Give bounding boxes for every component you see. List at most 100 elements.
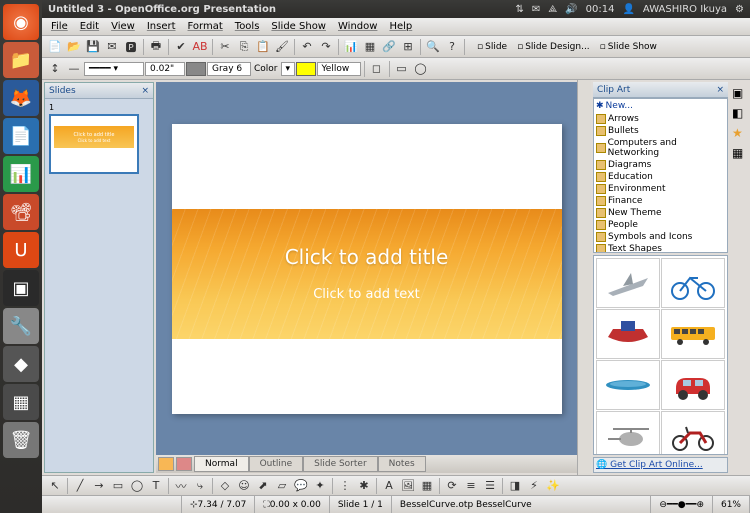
ca-newtheme[interactable]: New Theme [594, 207, 727, 219]
connector-icon[interactable]: ⤷ [191, 477, 209, 495]
flowchart-icon[interactable]: ▱ [273, 477, 291, 495]
animation-icon[interactable]: ✨ [544, 477, 562, 495]
rect-draw-icon[interactable]: ▭ [109, 477, 127, 495]
line-icon[interactable]: ╱ [71, 477, 89, 495]
mail-icon[interactable]: ✉ [532, 4, 540, 15]
menu-view[interactable]: View [106, 19, 140, 34]
clip-helicopter[interactable] [596, 411, 660, 455]
pdf-icon[interactable]: 🅿 [122, 38, 140, 56]
arrow-line-icon[interactable]: → [90, 477, 108, 495]
hyperlink-icon[interactable]: 🔗 [380, 38, 398, 56]
zoom-icon[interactable]: 🔍 [424, 38, 442, 56]
clipart-new[interactable]: ✱ New... [594, 99, 727, 113]
cut-icon[interactable]: ✂ [216, 38, 234, 56]
text-placeholder[interactable]: Click to add text [313, 287, 420, 302]
slide-show-button[interactable]: ▫ Slide Show [595, 39, 662, 55]
rotate-icon[interactable]: ⟳ [443, 477, 461, 495]
slides-panel-close-icon[interactable]: × [141, 86, 149, 96]
copy-icon[interactable]: ⎘ [235, 38, 253, 56]
ca-textshapes[interactable]: Text Shapes [594, 243, 727, 253]
zoom-slider[interactable]: ⊖━━●━━⊕ [651, 496, 713, 513]
launcher-dash[interactable]: ◉ [3, 4, 39, 40]
clipart-close-icon[interactable]: × [716, 85, 724, 95]
ca-computers[interactable]: Computers and Networking [594, 137, 727, 159]
clip-bicycle[interactable] [661, 258, 725, 308]
title-placeholder[interactable]: Click to add title [285, 245, 449, 269]
tab-notes[interactable]: Notes [378, 456, 426, 472]
table-icon[interactable]: ▦ [361, 38, 379, 56]
launcher-trash[interactable]: 🗑 [3, 422, 39, 458]
launcher-app[interactable]: ◆ [3, 346, 39, 382]
select-icon[interactable]: ↖ [46, 477, 64, 495]
network-icon[interactable]: ⇅ [515, 4, 523, 15]
task-tab-4[interactable]: ▦ [732, 146, 748, 162]
glue-icon[interactable]: ✱ [355, 477, 373, 495]
menu-file[interactable]: File [46, 19, 73, 34]
text-icon[interactable]: T [147, 477, 165, 495]
help-icon[interactable]: ? [443, 38, 461, 56]
rect-icon[interactable]: ▭ [393, 60, 411, 78]
fontwork-icon[interactable]: A [380, 477, 398, 495]
ellipse-icon[interactable]: ◯ [412, 60, 430, 78]
open-icon[interactable]: 📂 [65, 38, 83, 56]
block-arrows-icon[interactable]: ⬈ [254, 477, 272, 495]
task-tab-3[interactable]: ★ [732, 126, 748, 142]
task-tab-2[interactable]: ◧ [732, 106, 748, 122]
interaction-icon[interactable]: ⚡ [525, 477, 543, 495]
ca-symbols[interactable]: Symbols and Icons [594, 231, 727, 243]
clip-boat[interactable] [596, 309, 660, 359]
extrusion-icon[interactable]: ◨ [506, 477, 524, 495]
new-icon[interactable]: 📄 [46, 38, 64, 56]
clipart-tree[interactable]: ✱ New... Arrows Bullets Computers and Ne… [593, 98, 728, 253]
ca-education[interactable]: Education [594, 171, 727, 183]
fill-color-swatch[interactable] [296, 62, 316, 76]
symbol-shapes-icon[interactable]: ☺ [235, 477, 253, 495]
fill-type-dropdown[interactable]: ▾ [281, 62, 295, 76]
fill-color-select[interactable]: Yellow [317, 62, 361, 76]
launcher-calc[interactable]: 📊 [3, 156, 39, 192]
task-tab-1[interactable]: ▣ [732, 86, 748, 102]
menu-window[interactable]: Window [333, 19, 382, 34]
launcher-software[interactable]: U [3, 232, 39, 268]
gallery-icon[interactable]: ▦ [418, 477, 436, 495]
arrow-icon[interactable]: ↕ [46, 60, 64, 78]
line-style-select[interactable]: ━━━━ ▾ [84, 62, 144, 76]
autospell-icon[interactable]: AB [191, 38, 209, 56]
basic-shapes-icon[interactable]: ◇ [216, 477, 234, 495]
launcher-workspaces[interactable]: ▦ [3, 384, 39, 420]
tab-slidesorter[interactable]: Slide Sorter [303, 456, 378, 472]
slides-thumb-area[interactable]: 1 Click to add titleClick to add text [45, 99, 153, 472]
slide-design-button[interactable]: ▫ Slide Design... [512, 39, 595, 55]
line-style-icon[interactable]: — [65, 60, 83, 78]
vertical-scrollbar[interactable] [577, 80, 591, 475]
print-icon[interactable]: 🖶 [147, 38, 165, 56]
launcher-terminal[interactable]: ▣ [3, 270, 39, 306]
stars-icon[interactable]: ✦ [311, 477, 329, 495]
ca-arrows[interactable]: Arrows [594, 113, 727, 125]
redo-icon[interactable]: ↷ [317, 38, 335, 56]
launcher-writer[interactable]: 📄 [3, 118, 39, 154]
view-icon-2[interactable] [176, 457, 192, 471]
ca-people[interactable]: People [594, 219, 727, 231]
launcher-firefox[interactable]: 🦊 [3, 80, 39, 116]
power-icon[interactable]: ⚙ [735, 4, 744, 15]
ca-diagrams[interactable]: Diagrams [594, 159, 727, 171]
status-zoom[interactable]: 61% [713, 496, 750, 513]
line-color-swatch[interactable] [186, 62, 206, 76]
clip-car[interactable] [661, 360, 725, 410]
ca-finance[interactable]: Finance [594, 195, 727, 207]
menu-tools[interactable]: Tools [230, 19, 265, 34]
slide-thumbnail-1[interactable]: Click to add titleClick to add text [49, 114, 139, 174]
tab-normal[interactable]: Normal [194, 456, 249, 472]
tab-outline[interactable]: Outline [249, 456, 304, 472]
clip-motorcycle[interactable] [661, 411, 725, 455]
brush-icon[interactable]: 🖌 [273, 38, 291, 56]
ca-bullets[interactable]: Bullets [594, 125, 727, 137]
clip-airplane[interactable] [596, 258, 660, 308]
launcher-settings[interactable]: 🔧 [3, 308, 39, 344]
line-color-select[interactable]: Gray 6 [207, 62, 251, 76]
slide-button[interactable]: ▫ Slide [472, 39, 512, 55]
mail-icon[interactable]: ✉ [103, 38, 121, 56]
points-icon[interactable]: ⋮ [336, 477, 354, 495]
from-file-icon[interactable]: 🖼 [399, 477, 417, 495]
